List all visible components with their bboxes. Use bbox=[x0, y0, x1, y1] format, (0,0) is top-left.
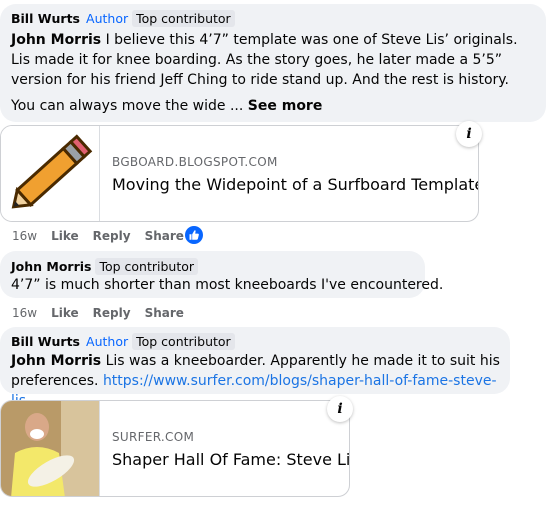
share-button[interactable]: Share bbox=[145, 229, 184, 243]
top-contributor-badge: Top contributor bbox=[95, 258, 199, 275]
comment-text: 4’7” is much shorter than most kneeboard… bbox=[11, 277, 444, 293]
comment-author[interactable]: Bill Wurts bbox=[11, 11, 80, 26]
preview-title[interactable]: Shaper Hall Of Fame: Steve Lis bbox=[112, 450, 349, 469]
reply-button[interactable]: Reply bbox=[93, 229, 131, 243]
reply-button[interactable]: Reply bbox=[93, 306, 131, 320]
comment-actions: 16w Like Reply Share bbox=[12, 229, 198, 243]
comment-actions: 16w Like Reply Share bbox=[12, 306, 198, 320]
timestamp[interactable]: 16w bbox=[12, 306, 37, 320]
like-button[interactable]: Like bbox=[51, 306, 79, 320]
pencil-thumbnail bbox=[1, 126, 100, 221]
preview-domain: SURFER.COM bbox=[112, 430, 195, 444]
photo-thumbnail bbox=[1, 401, 100, 496]
link-preview[interactable]: SURFER.COM Shaper Hall Of Fame: Steve Li… bbox=[0, 400, 350, 497]
author-label: Author bbox=[86, 334, 129, 349]
comment-bubble: John Morris Top contributor 4’7” is much … bbox=[0, 251, 443, 298]
mention-link[interactable]: John Morris bbox=[11, 32, 101, 48]
like-button[interactable]: Like bbox=[51, 229, 79, 243]
comment-text-more: You can always move the wide ... See mor… bbox=[11, 98, 323, 114]
top-contributor-badge: Top contributor bbox=[132, 333, 235, 350]
mention-link[interactable]: John Morris bbox=[11, 353, 101, 369]
info-icon[interactable]: i bbox=[456, 121, 482, 147]
comment-author[interactable]: Bill Wurts bbox=[11, 334, 80, 349]
preview-domain: BGBOARD.BLOGSPOT.COM bbox=[112, 155, 278, 169]
timestamp[interactable]: 16w bbox=[12, 229, 37, 243]
info-icon[interactable]: i bbox=[327, 396, 353, 422]
comment-text: John Morris I believe this 4’7” template… bbox=[11, 32, 518, 88]
see-more-link[interactable]: See more bbox=[248, 98, 323, 114]
author-label: Author bbox=[86, 11, 129, 26]
comment-author[interactable]: John Morris bbox=[11, 259, 91, 274]
comment-bubble: Bill Wurts Author Top contributor John Mor… bbox=[0, 4, 546, 122]
comment-bubble: Bill Wurts Author Top contributor John Mor… bbox=[0, 327, 510, 409]
top-contributor-badge: Top contributor bbox=[132, 10, 235, 27]
like-icon[interactable] bbox=[185, 226, 203, 244]
preview-title[interactable]: Moving the Widepoint of a Surfboard Temp… bbox=[112, 175, 478, 194]
share-button[interactable]: Share bbox=[145, 306, 184, 320]
link-preview[interactable]: BGBOARD.BLOGSPOT.COM Moving the Widepoin… bbox=[0, 125, 479, 222]
